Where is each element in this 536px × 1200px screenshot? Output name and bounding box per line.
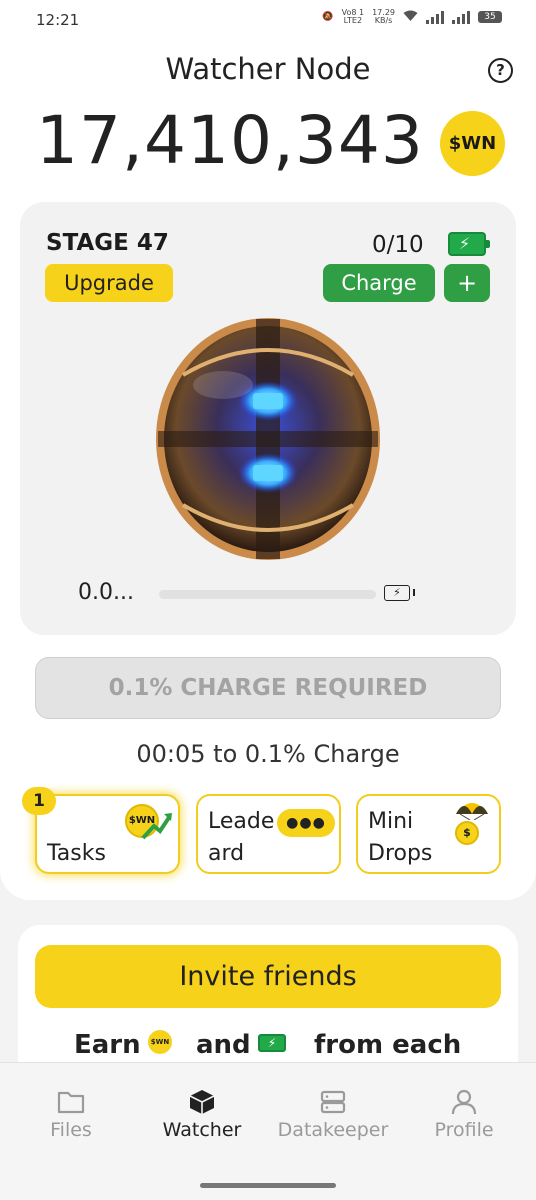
and-text: and xyxy=(196,1030,251,1060)
leaderboard-tile[interactable]: Leade ard ●●● xyxy=(196,794,341,874)
nav-watcher[interactable]: Watcher xyxy=(137,1089,267,1141)
stage-card: STAGE 47 0/10 ⚡ Upgrade Charge + 0.0... … xyxy=(20,202,516,635)
charge-button[interactable]: Charge xyxy=(323,264,435,302)
leaderboard-label-line2: ard xyxy=(208,841,245,866)
help-circle-icon[interactable]: ? xyxy=(488,58,513,83)
balance-amount: 17,410,343 xyxy=(36,102,424,179)
add-charge-button[interactable]: + xyxy=(444,264,490,302)
status-time: 12:21 xyxy=(36,11,80,29)
status-bar: 12:21 🔕 Vo8 1 LTE2 17.29 KB/s 35 xyxy=(0,0,536,40)
dollar-coin-icon: $ xyxy=(455,821,479,845)
mini-drops-label-line1: Mini xyxy=(368,809,414,834)
from-each-text: from each xyxy=(314,1030,462,1060)
mini-drops-tile[interactable]: Mini Drops $ xyxy=(356,794,501,874)
nav-datakeeper[interactable]: Datakeeper xyxy=(268,1089,398,1141)
server-icon xyxy=(320,1090,346,1114)
bottom-nav: Files Watcher Datakeeper Profile xyxy=(0,1062,536,1200)
charge-progress-label: 0.0... xyxy=(78,580,134,605)
energy-count: 0/10 xyxy=(372,232,424,258)
node-orb-image[interactable] xyxy=(153,315,383,563)
tasks-label: Tasks xyxy=(47,841,106,866)
wn-coin-icon: $WN xyxy=(148,1030,172,1054)
nav-datakeeper-label: Datakeeper xyxy=(277,1119,389,1141)
trend-up-arrow-icon xyxy=(141,813,172,840)
upgrade-button[interactable]: Upgrade xyxy=(45,264,173,302)
stage-label: STAGE 47 xyxy=(46,230,169,256)
leaderboard-label-line1: Leade xyxy=(208,809,275,834)
battery-icon: 35 xyxy=(478,11,502,23)
charge-progress-bar xyxy=(159,590,376,599)
green-battery-icon: ⚡ xyxy=(258,1034,286,1052)
battery-charge-icon: ⚡ xyxy=(384,585,415,601)
nav-watcher-label: Watcher xyxy=(162,1119,242,1141)
folder-icon xyxy=(57,1091,85,1114)
signal-icon xyxy=(426,10,444,24)
users-group-icon: ●●● xyxy=(277,809,335,837)
nav-files[interactable]: Files xyxy=(6,1089,136,1141)
mini-drops-label-line2: Drops xyxy=(368,841,433,866)
nav-profile-label: Profile xyxy=(434,1119,494,1141)
home-indicator[interactable] xyxy=(200,1183,336,1188)
nav-profile[interactable]: Profile xyxy=(399,1089,529,1141)
cube-icon xyxy=(189,1090,215,1114)
network-speed: 17.29 KB/s xyxy=(372,8,395,25)
tasks-count-badge: 1 xyxy=(22,787,56,815)
earn-text: Earn xyxy=(74,1030,141,1060)
user-icon xyxy=(451,1089,477,1115)
charge-required-button[interactable]: 0.1% CHARGE REQUIRED xyxy=(35,657,501,719)
parachute-icon xyxy=(456,803,488,820)
network-label: Vo8 1 LTE2 xyxy=(341,8,365,25)
mute-icon: 🔕 xyxy=(322,12,334,22)
charge-timer: 00:05 to 0.1% Charge xyxy=(136,740,400,768)
signal-icon-2 xyxy=(452,10,470,24)
status-icons: 🔕 Vo8 1 LTE2 17.29 KB/s 35 xyxy=(322,9,502,25)
invite-friends-button[interactable]: Invite friends xyxy=(35,945,501,1008)
wn-coin-icon: $WN xyxy=(440,111,505,176)
green-battery-icon: ⚡ xyxy=(448,232,490,256)
tasks-tile[interactable]: Tasks $WN xyxy=(35,794,180,874)
nav-files-label: Files xyxy=(50,1119,92,1141)
page-title: Watcher Node xyxy=(165,52,371,86)
wifi-icon xyxy=(403,10,418,25)
